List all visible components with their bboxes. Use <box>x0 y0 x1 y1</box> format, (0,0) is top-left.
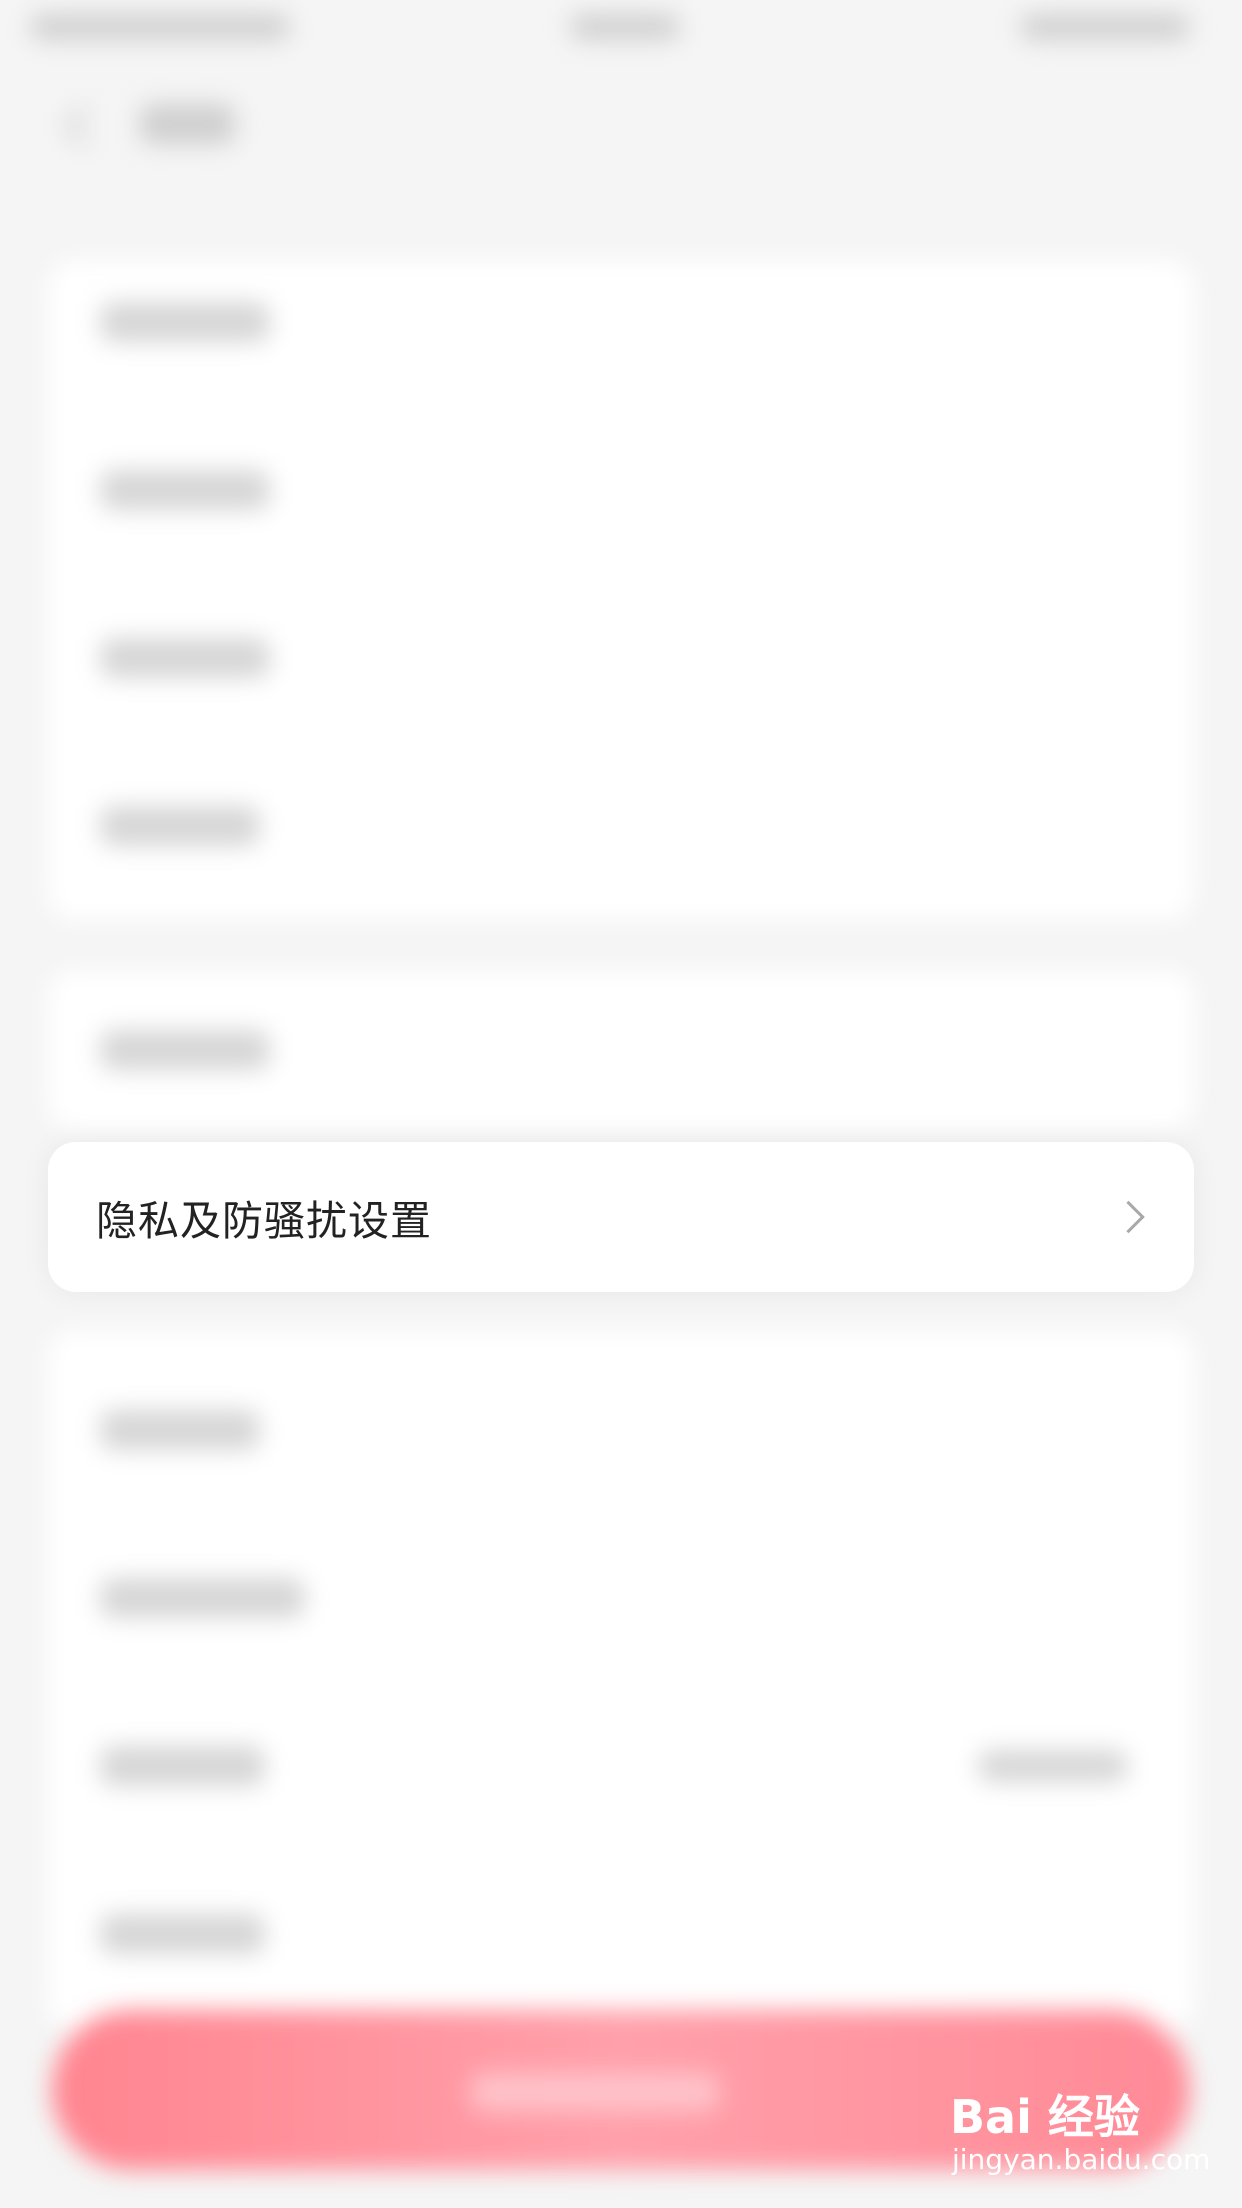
settings-row-blurred <box>100 470 270 510</box>
status-bar-right <box>1020 14 1190 40</box>
settings-row-blurred <box>100 1030 270 1070</box>
privacy-anti-harassment-settings-row[interactable]: 隐私及防骚扰设置 <box>48 1142 1194 1292</box>
bottom-action-button-label <box>470 2072 720 2112</box>
settings-row-blurred <box>100 302 270 342</box>
settings-row-blurred <box>100 1914 265 1954</box>
settings-row-blurred <box>100 1746 265 1786</box>
status-bar-center <box>570 14 680 40</box>
settings-group-3 <box>48 1330 1194 2030</box>
chevron-right-icon <box>1112 1200 1145 1234</box>
watermark-logo-text: Bai 经验 <box>950 2090 1140 2144</box>
baidu-jingyan-watermark: Bai 经验 jingyan.baidu.com <box>950 2075 1210 2185</box>
blurred-background <box>0 0 1242 2208</box>
settings-group-1 <box>48 260 1194 920</box>
settings-row-blurred <box>100 806 260 846</box>
page-title <box>140 104 235 144</box>
privacy-anti-harassment-label: 隐私及防骚扰设置 <box>96 1197 432 1245</box>
status-bar-left <box>30 14 290 40</box>
settings-row-value-blurred <box>978 1750 1128 1782</box>
settings-group-2 <box>48 970 1194 1130</box>
status-bar <box>0 0 1242 60</box>
watermark-url: jingyan.baidu.com <box>952 2143 1211 2176</box>
settings-row-blurred <box>100 1410 260 1450</box>
settings-row-blurred <box>100 638 270 678</box>
settings-row-blurred <box>100 1578 305 1618</box>
